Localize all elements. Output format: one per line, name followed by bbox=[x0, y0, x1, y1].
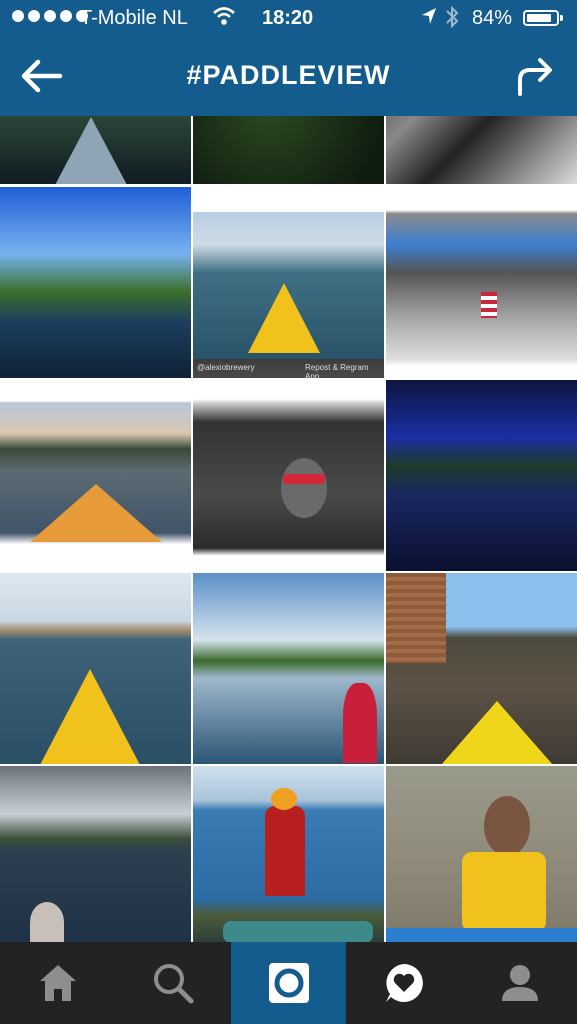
header: T-Mobile NL 18:20 84% #PADDLEVIEW bbox=[0, 0, 577, 116]
photo-tile[interactable] bbox=[386, 380, 577, 571]
home-icon bbox=[40, 965, 76, 1001]
search-icon bbox=[154, 964, 194, 1004]
battery-fill bbox=[527, 14, 551, 22]
status-bar: T-Mobile NL 18:20 84% bbox=[0, 0, 577, 38]
bluetooth-icon bbox=[444, 4, 460, 36]
camera-icon bbox=[269, 963, 309, 1003]
tab-profile[interactable] bbox=[462, 942, 577, 1024]
battery-percent: 84% bbox=[472, 7, 513, 29]
tab-activity[interactable] bbox=[346, 942, 461, 1024]
tab-home[interactable] bbox=[0, 942, 115, 1024]
photo-tile[interactable] bbox=[193, 766, 384, 942]
photo-tile[interactable] bbox=[386, 187, 577, 378]
nav-bar: #PADDLEVIEW bbox=[0, 38, 577, 116]
tab-bar bbox=[0, 942, 577, 1024]
tab-camera[interactable] bbox=[231, 942, 346, 1024]
tab-search[interactable] bbox=[115, 942, 230, 1024]
signal-dots-icon bbox=[12, 10, 88, 22]
page-title: #PADDLEVIEW bbox=[186, 60, 391, 90]
activity-heart-icon bbox=[386, 964, 423, 1002]
photo-tile[interactable] bbox=[386, 573, 577, 764]
photo-tile[interactable]: @alexiobrewery Repost & Regram App bbox=[193, 187, 384, 378]
clock: 18:20 bbox=[262, 7, 314, 29]
watermark-handle: @alexiobrewery bbox=[197, 363, 255, 372]
photo-tile[interactable] bbox=[0, 380, 191, 571]
photo-tile[interactable] bbox=[193, 116, 384, 184]
photo-tile[interactable] bbox=[386, 116, 577, 184]
carrier-label: T-Mobile NL bbox=[80, 7, 188, 29]
photo-tile[interactable] bbox=[0, 573, 191, 764]
share-arrow-icon[interactable] bbox=[512, 54, 556, 98]
photo-tile[interactable] bbox=[0, 766, 191, 942]
watermark-repost: Repost & Regram App bbox=[305, 363, 369, 378]
photo-tile[interactable] bbox=[0, 116, 191, 184]
profile-icon bbox=[502, 965, 538, 1001]
location-arrow-icon bbox=[420, 6, 438, 32]
photo-tile[interactable] bbox=[386, 766, 577, 942]
photo-grid: @alexiobrewery Repost & Regram App bbox=[0, 116, 577, 942]
photo-tile[interactable] bbox=[0, 187, 191, 378]
photo-tile[interactable] bbox=[193, 573, 384, 764]
battery-icon bbox=[523, 10, 563, 26]
photo-tile[interactable] bbox=[193, 380, 384, 571]
wifi-icon bbox=[212, 6, 236, 32]
